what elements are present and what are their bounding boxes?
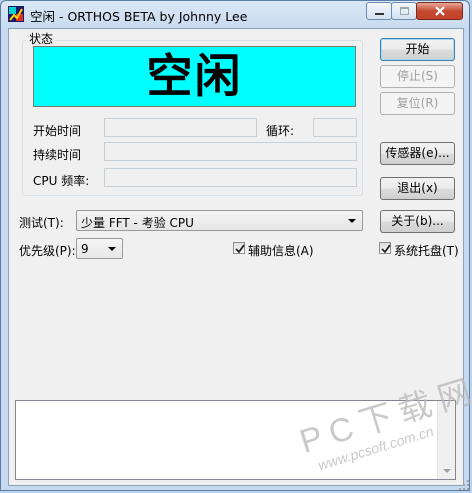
aux-info-checkbox[interactable] <box>233 242 245 254</box>
cpu-frequency-label: CPU 频率: <box>33 174 90 188</box>
minimize-button[interactable] <box>366 2 392 20</box>
title-bar[interactable]: 空闲 - ORTHOS BETA by Johnny Lee <box>1 1 469 27</box>
sensors-button[interactable]: 传感器(e)... <box>380 142 455 165</box>
duration-field <box>104 142 357 161</box>
duration-label: 持续时间 <box>33 148 82 162</box>
test-select-value: 少量 FFT - 考验 CPU <box>81 216 194 230</box>
resize-grip-icon[interactable] <box>458 479 470 491</box>
chevron-down-icon <box>348 219 356 223</box>
exit-button[interactable]: 退出(x) <box>380 177 455 200</box>
priority-label: 优先级(P): <box>19 244 76 258</box>
minimize-icon <box>375 13 384 15</box>
close-button[interactable] <box>416 2 463 20</box>
app-icon <box>8 6 24 22</box>
checkmark-icon <box>381 244 391 254</box>
stop-button[interactable]: 停止(S) <box>380 65 455 88</box>
status-value: 空闲 <box>146 49 243 103</box>
status-display: 空闲 <box>33 46 356 107</box>
start-button[interactable]: 开始 <box>380 38 455 61</box>
log-scrollbar[interactable] <box>437 401 455 479</box>
close-icon <box>435 6 445 16</box>
system-tray-checkbox[interactable] <box>379 242 391 254</box>
checkmark-icon <box>235 244 245 254</box>
priority-select-value: 9 <box>81 242 89 256</box>
window-title: 空闲 - ORTHOS BETA by Johnny Lee <box>30 9 248 24</box>
cpu-frequency-field <box>104 168 357 187</box>
log-textarea[interactable] <box>15 400 456 480</box>
loop-label: 循环: <box>266 124 295 138</box>
aux-info-label[interactable]: 辅助信息(A) <box>248 242 314 259</box>
loop-field <box>313 118 357 137</box>
test-select[interactable]: 少量 FFT - 考验 CPU <box>76 210 363 231</box>
about-button[interactable]: 关于(b)... <box>380 210 455 233</box>
maximize-button[interactable] <box>391 2 417 20</box>
reset-button[interactable]: 复位(R) <box>380 92 455 115</box>
status-group-label: 状态 <box>27 30 56 47</box>
test-label: 测试(T): <box>19 216 64 230</box>
scroll-down-icon[interactable] <box>443 469 451 473</box>
start-time-field <box>104 118 257 137</box>
chevron-down-icon <box>108 247 116 251</box>
priority-select[interactable]: 9 <box>76 238 123 259</box>
system-tray-label[interactable]: 系统托盘(T) <box>394 242 459 259</box>
maximize-icon <box>400 7 409 15</box>
start-time-label: 开始时间 <box>33 124 82 138</box>
